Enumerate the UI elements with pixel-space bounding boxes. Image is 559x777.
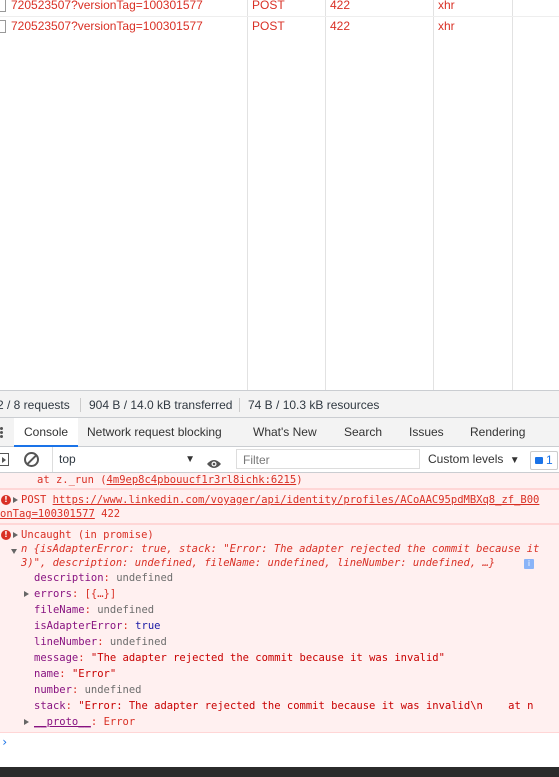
request-type: xhr bbox=[438, 19, 455, 33]
object-preview[interactable]: n {isAdapterError: true, stack: "Error: … bbox=[21, 543, 539, 555]
expand-triangle-icon[interactable] bbox=[24, 591, 29, 597]
tab-rendering[interactable]: Rendering bbox=[470, 418, 525, 446]
eye-icon[interactable] bbox=[206, 453, 222, 468]
error-message: ! POST https://www.linkedin.com/voyager/… bbox=[0, 489, 559, 524]
collapse-triangle-icon[interactable] bbox=[11, 549, 17, 554]
expand-triangle-icon[interactable] bbox=[24, 719, 29, 725]
prop-stack: stack: "Error: The adapter rejected the … bbox=[34, 700, 534, 712]
column-divider[interactable] bbox=[247, 0, 248, 390]
stack-trace-line: at z._run (4m9ep8c4pbouucf1r3rl8ichk:621… bbox=[37, 474, 303, 486]
column-divider[interactable] bbox=[512, 0, 513, 390]
prop-number: number: undefined bbox=[34, 684, 142, 696]
error-message: at z._run (4m9ep8c4pbouucf1r3rl8ichk:621… bbox=[0, 473, 559, 489]
tab-network-request-blocking[interactable]: Network request blocking bbox=[87, 418, 222, 446]
request-method: POST bbox=[252, 19, 285, 33]
request-icon bbox=[0, 0, 6, 12]
resources-size: 74 B / 10.3 kB resources bbox=[248, 398, 380, 412]
drawer-menu-icon[interactable] bbox=[0, 427, 3, 439]
levels-label: Custom levels bbox=[428, 452, 504, 466]
tab-whats-new[interactable]: What's New bbox=[253, 418, 317, 446]
console-prompt[interactable]: › bbox=[1, 735, 8, 749]
request-method: POST bbox=[252, 0, 285, 12]
prop-name: name: "Error" bbox=[34, 668, 117, 680]
divider bbox=[80, 398, 81, 412]
log-levels-dropdown[interactable]: Custom levels ▼ bbox=[428, 447, 520, 472]
expand-triangle-icon[interactable] bbox=[13, 497, 18, 503]
status-code: 422 bbox=[101, 508, 121, 520]
console-messages: at z._run (4m9ep8c4pbouucf1r3rl8ichk:621… bbox=[0, 473, 559, 767]
prop-description: description: undefined bbox=[34, 572, 174, 584]
column-divider[interactable] bbox=[325, 0, 326, 390]
issues-badge[interactable]: 1 bbox=[530, 451, 558, 470]
error-icon: ! bbox=[1, 530, 11, 540]
tab-console[interactable]: Console bbox=[14, 418, 79, 447]
prop-filename: fileName: undefined bbox=[34, 604, 155, 616]
column-divider[interactable] bbox=[433, 0, 434, 390]
uncaught-label: Uncaught (in promise) bbox=[21, 529, 154, 541]
request-url-link[interactable]: https://www.linkedin.com/voyager/api/ide… bbox=[53, 494, 540, 506]
request-status: 422 bbox=[330, 0, 351, 12]
network-request-table: 720523507?versionTag=100301577 POST 422 … bbox=[0, 0, 559, 390]
error-icon: ! bbox=[1, 495, 11, 505]
prop-linenumber: lineNumber: undefined bbox=[34, 636, 167, 648]
table-row[interactable]: 720523507?versionTag=100301577 POST 422 … bbox=[0, 0, 559, 15]
tab-search[interactable]: Search bbox=[344, 418, 382, 446]
context-value: top bbox=[59, 452, 76, 466]
context-selector[interactable]: top ▼ bbox=[52, 447, 199, 472]
post-request-line: POST https://www.linkedin.com/voyager/ap… bbox=[21, 494, 540, 506]
request-name: 720523507?versionTag=100301577 bbox=[11, 0, 203, 12]
source-link[interactable]: 4m9ep8c4pbouucf1r3rl8ichk:6215 bbox=[107, 474, 297, 486]
request-url-link-tail[interactable]: onTag=100301577 bbox=[0, 508, 95, 520]
transferred-size: 904 B / 14.0 kB transferred bbox=[89, 398, 233, 412]
prop-isadaptererror: isAdapterError: true bbox=[34, 620, 161, 632]
request-name: 720523507?versionTag=100301577 bbox=[11, 19, 203, 33]
info-icon[interactable]: i bbox=[524, 559, 534, 569]
clear-console-icon[interactable] bbox=[24, 452, 39, 467]
prop-proto[interactable]: __proto__: Error bbox=[34, 716, 135, 728]
post-request-line-2: onTag=100301577 422 bbox=[0, 508, 120, 520]
expand-triangle-icon[interactable] bbox=[13, 532, 18, 538]
network-summary-bar: 2 / 8 requests 904 B / 14.0 kB transferr… bbox=[0, 390, 559, 418]
filter-input[interactable]: Filter bbox=[236, 449, 420, 469]
sidebar-toggle-icon[interactable] bbox=[0, 453, 9, 466]
request-status: 422 bbox=[330, 19, 351, 33]
object-preview-2: 3)", description: undefined, fileName: u… bbox=[21, 557, 496, 569]
issues-count: 1 bbox=[546, 453, 553, 467]
request-icon bbox=[0, 20, 6, 33]
uncaught-error-message: ! Uncaught (in promise) n {isAdapterErro… bbox=[0, 524, 559, 733]
console-toolbar: top ▼ Filter Custom levels ▼ 1 bbox=[0, 447, 559, 473]
dropdown-arrow-icon: ▼ bbox=[185, 454, 195, 465]
requests-count: 2 / 8 requests bbox=[0, 398, 70, 412]
taskbar bbox=[0, 767, 559, 777]
divider bbox=[239, 398, 240, 412]
dropdown-arrow-icon: ▼ bbox=[509, 455, 520, 466]
message-icon bbox=[535, 457, 543, 464]
prop-errors[interactable]: errors: [{…}] bbox=[34, 588, 116, 600]
drawer-tabbar: Console Network request blocking What's … bbox=[0, 418, 559, 447]
tab-issues[interactable]: Issues bbox=[409, 418, 444, 446]
table-row[interactable]: 720523507?versionTag=100301577 POST 422 … bbox=[0, 16, 559, 36]
prop-message: message: "The adapter rejected the commi… bbox=[34, 652, 445, 664]
request-type: xhr bbox=[438, 0, 455, 12]
tab-label: Console bbox=[24, 425, 69, 439]
